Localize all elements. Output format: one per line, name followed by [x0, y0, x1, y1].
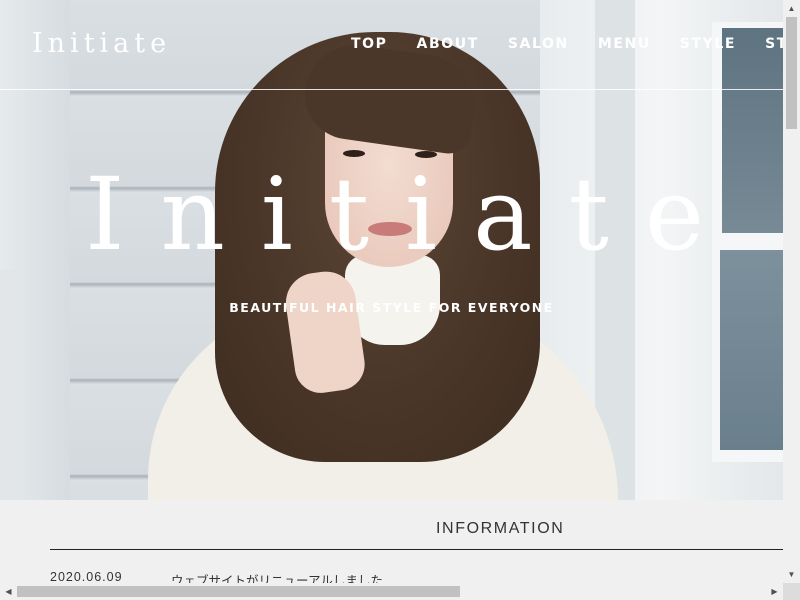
vertical-scroll-thumb[interactable]	[786, 17, 797, 129]
horizontal-scroll-thumb[interactable]	[17, 586, 460, 597]
page: Initiate BEAUTIFUL HAIR STYLE FOR EVERYO…	[0, 0, 783, 583]
hero-title: Initiate	[84, 156, 741, 273]
hero-subtitle: BEAUTIFUL HAIR STYLE FOR EVERYONE	[229, 300, 554, 315]
scroll-down-icon[interactable]: ▼	[783, 566, 800, 583]
hero-section: Initiate BEAUTIFUL HAIR STYLE FOR EVERYO…	[0, 0, 783, 500]
information-divider	[50, 549, 783, 550]
vertical-scrollbar[interactable]: ▲ ▼	[783, 0, 800, 583]
nav-item-menu[interactable]: MENU	[598, 36, 651, 52]
information-heading: INFORMATION	[436, 520, 565, 537]
news-date: 2020.06.09	[50, 570, 123, 583]
nav-item-staff[interactable]: ST	[765, 36, 783, 52]
news-item[interactable]: 2020.06.09 ウェブサイトがリニューアルしました	[50, 570, 383, 583]
nav-item-top[interactable]: TOP	[351, 36, 388, 52]
scroll-right-icon[interactable]: ▶	[766, 583, 783, 600]
scroll-left-icon[interactable]: ◀	[0, 583, 17, 600]
news-title[interactable]: ウェブサイトがリニューアルしました	[171, 570, 383, 583]
nav-item-style[interactable]: STYLE	[680, 36, 736, 52]
horizontal-scrollbar[interactable]: ◀ ▶	[0, 583, 783, 600]
scroll-up-icon[interactable]: ▲	[783, 0, 800, 17]
scrollbar-corner	[783, 583, 800, 600]
header-divider	[0, 89, 783, 90]
nav-item-about[interactable]: ABOUT	[417, 36, 479, 52]
nav-item-salon[interactable]: SALON	[508, 36, 569, 52]
site-logo[interactable]: Initiate	[32, 28, 171, 59]
main-nav: TOP ABOUT SALON MENU STYLE ST	[351, 36, 783, 52]
